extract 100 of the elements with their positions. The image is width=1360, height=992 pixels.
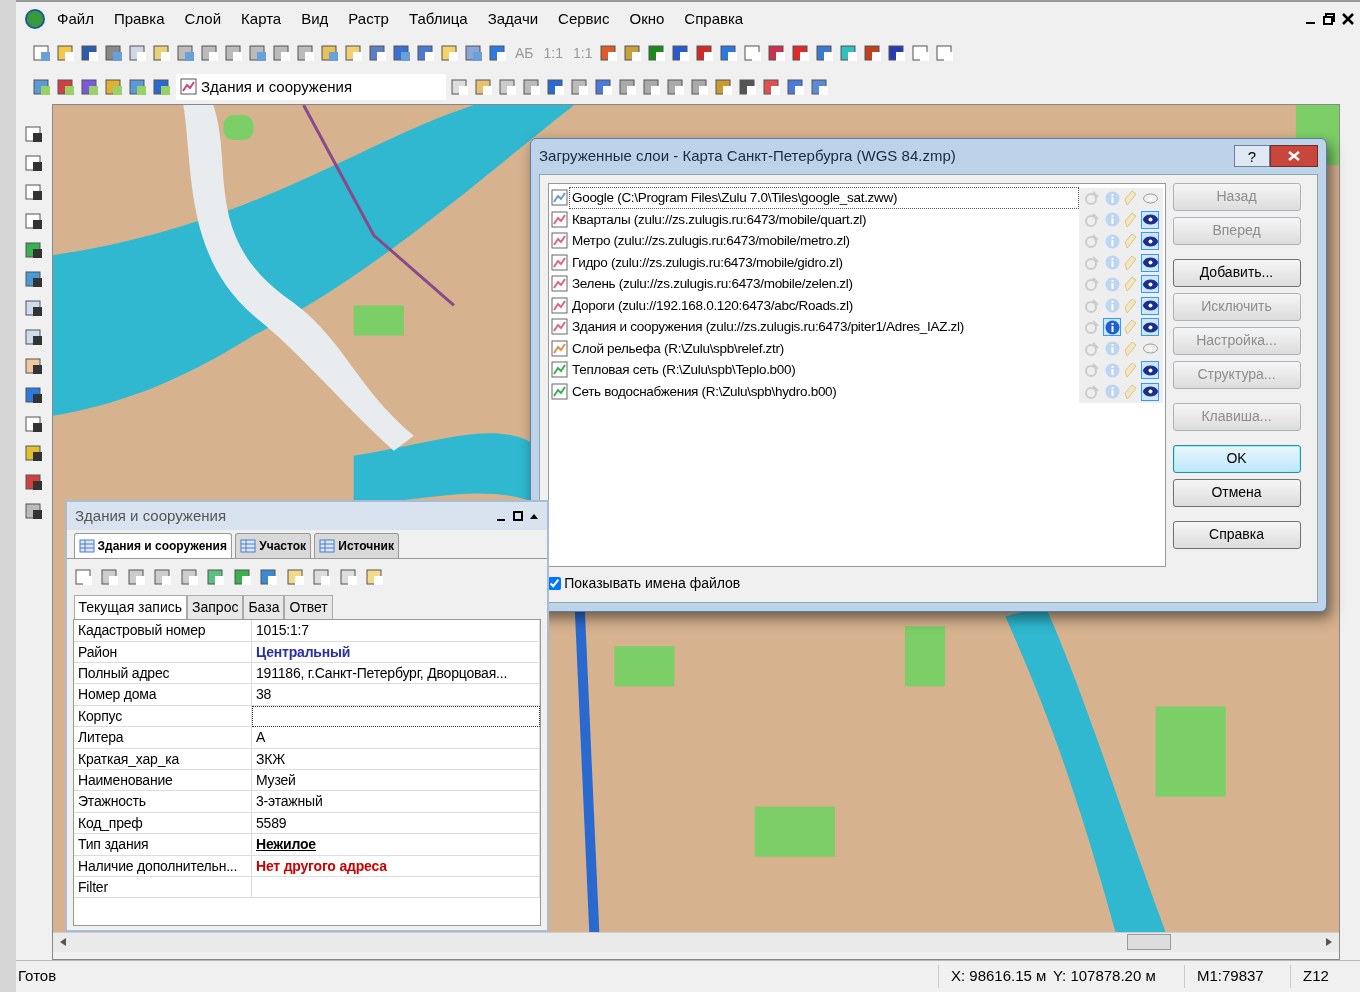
tool-icon[interactable] [24, 182, 44, 202]
tool-icon[interactable] [647, 43, 668, 63]
layer-item[interactable]: Метро (zulu://zs.zulugis.ru:6473/mobile/metro.zl) [569, 230, 1079, 253]
layer-item[interactable]: Google (C:\Program Files\Zulu 7.0\Tiles\google_sat.zww) [569, 187, 1079, 210]
field-value[interactable]: 191186, г.Санкт-Петербург, Дворцовая... [252, 663, 540, 685]
info-toggle[interactable] [1103, 318, 1121, 337]
dialog-button[interactable]: OK [1172, 444, 1301, 473]
menu-item[interactable]: Сервис [549, 5, 619, 33]
tool-icon[interactable] [594, 77, 614, 97]
menu-item[interactable]: Справка [675, 5, 753, 33]
panel-tab[interactable]: Источник [314, 533, 399, 559]
info-toggle[interactable] [1103, 296, 1121, 315]
scroll-thumb[interactable] [1127, 934, 1171, 951]
visibility-toggle[interactable] [1141, 296, 1159, 315]
tool-icon[interactable] [671, 43, 692, 63]
info-toggle[interactable] [1103, 253, 1121, 272]
layer-item[interactable]: Дороги (zulu://192.168.0.120:6473/abc/Roads.zl) [569, 294, 1079, 317]
field-value[interactable]: 3-этажный [252, 791, 540, 813]
tool-icon[interactable] [24, 153, 44, 173]
tool-icon[interactable] [719, 43, 740, 63]
tool-icon[interactable] [863, 43, 884, 63]
info-toggle[interactable] [1103, 361, 1121, 380]
panel-tab[interactable]: Здания и сооружения [73, 533, 232, 559]
menu-item[interactable]: Задачи [478, 5, 548, 33]
field-value[interactable]: ЗКЖ [252, 748, 540, 770]
menu-item[interactable]: Вид [292, 5, 338, 33]
dialog-button[interactable]: Справка [1172, 520, 1301, 549]
menu-item[interactable]: Таблица [399, 5, 477, 33]
menu-item[interactable]: Правка [104, 5, 174, 33]
field-value[interactable]: 5589 [252, 812, 540, 835]
maximize-icon[interactable] [512, 511, 523, 521]
tool-icon[interactable] [24, 385, 44, 405]
layer-item[interactable]: Зелень (zulu://zs.zulugis.ru:6473/mobile/zelen.zl) [569, 273, 1079, 296]
dialog-button[interactable]: Отмена [1172, 478, 1301, 507]
layer-item[interactable]: Тепловая сеть (R:\Zulu\spb\Teplo.b00) [569, 359, 1079, 382]
record-tab[interactable]: Ответ [284, 595, 333, 620]
menu-item[interactable]: Растр [339, 5, 398, 33]
tool-icon[interactable] [24, 269, 44, 289]
menu-item[interactable]: Файл [48, 5, 103, 33]
visibility-toggle[interactable] [1141, 275, 1159, 294]
tool-icon[interactable] [56, 77, 76, 97]
field-value[interactable] [252, 705, 540, 728]
help-button[interactable]: ? [1234, 145, 1270, 168]
restore-icon[interactable] [1323, 13, 1335, 25]
record-tab[interactable]: Текущая запись [73, 595, 187, 620]
tool-icon[interactable] [546, 77, 566, 97]
tool-icon[interactable] [24, 124, 44, 144]
menu-item[interactable]: Карта [232, 5, 291, 33]
tool-icon[interactable] [24, 472, 44, 492]
info-toggle[interactable] [1103, 382, 1121, 401]
tool-icon[interactable] [24, 327, 44, 347]
visibility-toggle[interactable] [1141, 318, 1159, 337]
layer-item[interactable]: Гидро (zulu://zs.zulugis.ru:6473/mobile/gidro.zl) [569, 251, 1079, 274]
visibility-toggle[interactable] [1141, 210, 1159, 229]
tool-icon[interactable] [786, 77, 806, 97]
visibility-toggle[interactable] [1141, 253, 1159, 272]
checkbox-label[interactable]: Показывать имена файлов [564, 573, 741, 594]
tool-icon[interactable] [24, 356, 44, 376]
visibility-toggle[interactable] [1141, 361, 1159, 380]
field-value[interactable]: А [252, 727, 540, 749]
field-value[interactable]: 1015:1:7 [252, 620, 540, 642]
tool-icon[interactable] [24, 443, 44, 463]
tool-icon[interactable] [368, 43, 388, 63]
layer-item[interactable]: Слой рельефа (R:\Zulu\spb\relef.ztr) [569, 337, 1079, 360]
tool-icon[interactable] [24, 414, 44, 434]
tool-icon[interactable] [80, 43, 100, 63]
menu-item[interactable]: Окно [620, 5, 674, 33]
tool-icon[interactable] [80, 77, 100, 97]
tool-icon[interactable] [416, 43, 436, 63]
field-value[interactable]: 38 [252, 684, 540, 706]
close-button[interactable] [1270, 145, 1318, 168]
dialog-button[interactable]: Добавить... [1172, 258, 1301, 287]
layer-select[interactable]: Здания и сооружения [176, 74, 446, 100]
tool-icon[interactable] [599, 43, 620, 63]
tool-icon[interactable] [24, 298, 44, 318]
tool-icon[interactable] [695, 43, 716, 63]
tool-icon[interactable] [762, 77, 782, 97]
tool-icon[interactable] [887, 43, 908, 63]
info-toggle[interactable] [1103, 210, 1121, 229]
tool-icon[interactable] [815, 43, 836, 63]
tool-icon[interactable] [152, 77, 172, 97]
visibility-toggle[interactable] [1141, 382, 1159, 401]
tool-icon[interactable] [767, 43, 788, 63]
layer-item[interactable]: Здания и сооружения (zulu://zs.zulugis.ru:6473/piter1/Adres_IAZ.zl) [569, 316, 1079, 339]
tool-icon[interactable] [488, 43, 508, 63]
field-value[interactable]: Нежилое [252, 834, 540, 856]
left-arrow-icon[interactable] [59, 937, 67, 948]
tool-icon[interactable] [24, 211, 44, 231]
tool-icon[interactable] [24, 240, 44, 260]
visibility-toggle[interactable] [1141, 232, 1159, 251]
tool-icon[interactable] [738, 77, 758, 97]
info-toggle[interactable] [1103, 232, 1121, 251]
field-value[interactable]: Музей [252, 770, 540, 792]
field-value[interactable]: Центральный [252, 641, 540, 664]
tool-icon[interactable] [24, 501, 44, 521]
menu-item[interactable]: Слой [175, 5, 231, 33]
info-toggle[interactable] [1103, 189, 1121, 208]
layer-item[interactable]: Кварталы (zulu://zs.zulugis.ru:6473/mobile/quart.zl) [569, 208, 1079, 231]
horizontal-scrollbar[interactable] [53, 931, 1339, 952]
globe-icon[interactable] [24, 8, 46, 30]
